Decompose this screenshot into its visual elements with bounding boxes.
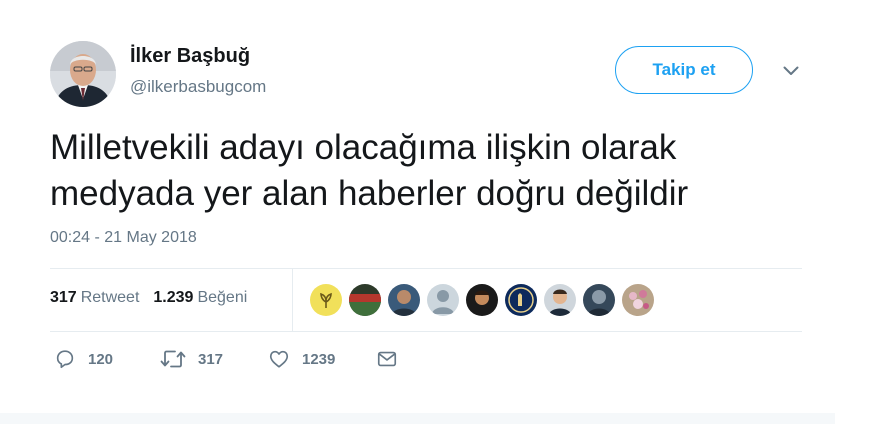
author-handle[interactable]: @ilkerbasbugcom xyxy=(130,77,266,97)
tweet-text-line-2: medyada yer alan haberler doğru değildir xyxy=(50,174,689,213)
liker-avatar[interactable] xyxy=(583,284,615,316)
divider xyxy=(50,331,802,332)
liker-avatar[interactable] xyxy=(505,284,537,316)
author-name[interactable]: İlker Başbuğ xyxy=(130,45,250,68)
liker-avatar[interactable] xyxy=(310,284,342,316)
tweet-text-line-1: Milletvekili adayı olacağıma ilişkin ola… xyxy=(50,128,677,167)
reply-count: 120 xyxy=(88,350,114,368)
divider xyxy=(292,269,293,331)
liker-avatar[interactable] xyxy=(466,284,498,316)
author-avatar[interactable] xyxy=(50,41,116,107)
tweet-card: İlker Başbuğ @ilkerbasbugcom Takip et Mi… xyxy=(0,0,880,424)
heart-icon xyxy=(269,350,289,368)
like-stat-label: Beğeni xyxy=(197,289,248,306)
retweet-stat[interactable]: 317 Retweet xyxy=(50,289,139,307)
liker-avatar[interactable] xyxy=(388,284,420,316)
like-stat-count: 1.239 xyxy=(153,289,194,306)
tweet-text: Milletvekili adayı olacağıma ilişkin ola… xyxy=(50,125,810,217)
bottom-separator xyxy=(0,413,835,424)
divider xyxy=(50,268,802,269)
direct-message-button[interactable] xyxy=(376,348,398,370)
message-icon xyxy=(377,351,397,367)
retweet-stat-count: 317 xyxy=(50,289,77,306)
retweet-button[interactable]: 317 xyxy=(160,348,223,370)
like-count: 1239 xyxy=(302,350,336,368)
like-stat[interactable]: 1.239 Beğeni xyxy=(153,289,247,307)
retweet-count: 317 xyxy=(198,350,224,368)
reply-button[interactable]: 120 xyxy=(54,348,113,370)
liker-avatar[interactable] xyxy=(349,284,381,316)
liker-avatar[interactable] xyxy=(427,284,459,316)
retweet-stat-label: Retweet xyxy=(80,289,140,306)
reply-icon xyxy=(56,350,74,369)
like-button[interactable]: 1239 xyxy=(268,348,335,370)
retweet-icon xyxy=(160,350,186,368)
engagement-stats: 317 Retweet 1.239 Beğeni xyxy=(50,289,247,307)
chevron-down-icon[interactable] xyxy=(780,63,802,79)
tweet-timestamp[interactable]: 00:24 - 21 May 2018 xyxy=(50,229,197,247)
liker-avatar[interactable] xyxy=(622,284,654,316)
liker-avatar[interactable] xyxy=(544,284,576,316)
follow-button[interactable]: Takip et xyxy=(615,46,753,94)
